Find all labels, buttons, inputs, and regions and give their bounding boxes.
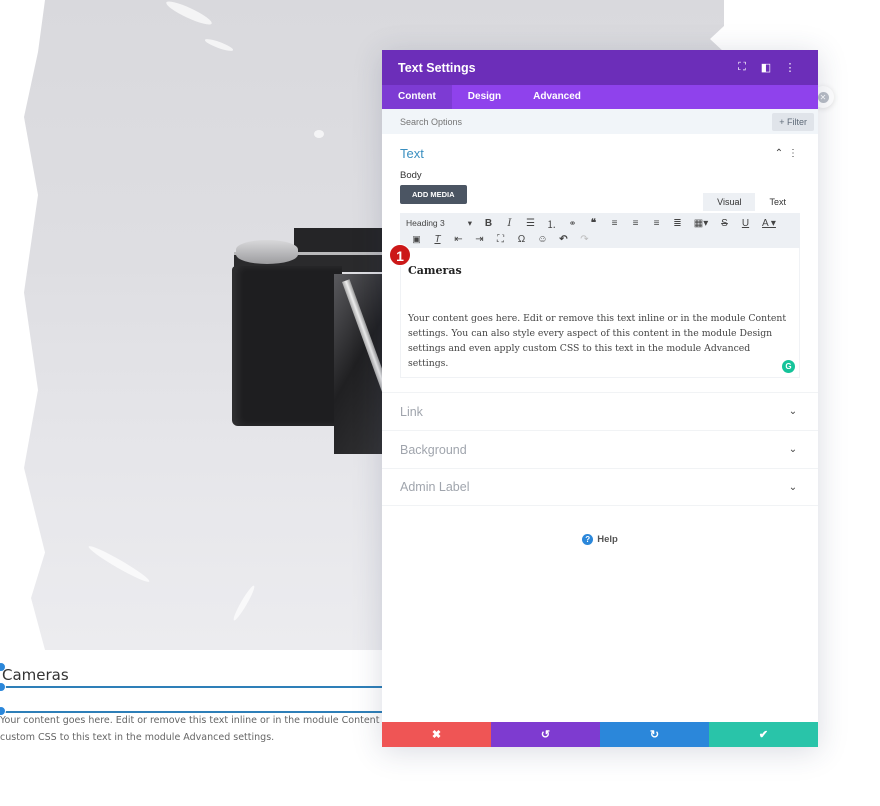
redo-button[interactable]: ↻ xyxy=(600,722,709,747)
split-view-icon[interactable]: ◧ xyxy=(754,61,778,74)
search-input[interactable] xyxy=(400,116,773,127)
chevron-down-icon: ⌄ xyxy=(788,406,798,417)
section-title[interactable]: Text xyxy=(400,146,772,161)
bullet-list-icon[interactable]: ☰ xyxy=(520,218,541,229)
chevron-down-icon: ⌄ xyxy=(788,444,798,455)
table-icon[interactable]: ▦▾ xyxy=(688,218,714,229)
section-link[interactable]: Link ⌄ xyxy=(382,392,818,430)
emoji-icon[interactable]: ☺ xyxy=(532,234,553,245)
help-label: Help xyxy=(597,534,618,545)
tab-design[interactable]: Design xyxy=(452,85,517,109)
undo-button[interactable]: ↺ xyxy=(491,722,600,747)
redo-icon: ↻ xyxy=(649,729,660,741)
more-options-icon[interactable]: ⋮ xyxy=(778,61,802,74)
module-body-text[interactable]: Your content goes here. Edit or remove t… xyxy=(0,712,382,746)
search-bar: + Filter xyxy=(382,109,818,134)
text-section: Text ⌃ ⋮ Body ADD MEDIA Visual Text Head… xyxy=(382,134,818,378)
underline-icon[interactable]: U xyxy=(735,218,756,229)
check-icon: ✔ xyxy=(758,729,769,741)
chevron-up-icon[interactable]: ⌃ xyxy=(772,148,786,159)
divider xyxy=(0,686,382,688)
special-character-icon[interactable]: Ω xyxy=(511,234,532,245)
editor-toolbar: Heading 3 ▾ B I ☰ ⒈ ⚭ ❝ ≡ ≡ ≡ ≣ ▦▾ S U A … xyxy=(400,213,800,248)
redo-icon[interactable]: ↷ xyxy=(574,234,595,245)
tab-advanced[interactable]: Advanced xyxy=(517,85,597,109)
grammarly-icon[interactable]: G xyxy=(782,360,795,373)
align-center-icon[interactable]: ≡ xyxy=(625,218,646,229)
save-button[interactable]: ✔ xyxy=(709,722,818,747)
section-label: Link xyxy=(400,404,423,419)
text-color-icon[interactable]: A ▾ xyxy=(756,218,782,229)
section-background[interactable]: Background ⌄ xyxy=(382,430,818,468)
format-select[interactable]: Heading 3 ▾ xyxy=(406,218,478,229)
paste-icon[interactable]: ▣ xyxy=(406,234,427,245)
drag-handle-icon[interactable] xyxy=(0,682,6,692)
outdent-icon[interactable]: ⇤ xyxy=(448,234,469,245)
fullscreen-icon[interactable]: ⛶ xyxy=(490,234,511,245)
italic-icon[interactable]: I xyxy=(499,218,520,229)
section-label: Admin Label xyxy=(400,480,470,494)
module-body-line: custom CSS to this text in the module Ad… xyxy=(0,732,275,743)
clear-formatting-icon[interactable]: T xyxy=(427,234,448,245)
rich-text-editor[interactable]: Cameras Your content goes here. Edit or … xyxy=(400,248,800,378)
section-label: Background xyxy=(400,442,467,457)
section-admin-label[interactable]: Admin Label ⌄ xyxy=(382,468,818,506)
align-right-icon[interactable]: ≡ xyxy=(646,218,667,229)
more-options-icon[interactable]: ⋮ xyxy=(786,148,800,159)
settings-panel: Text Settings ⛶ ◧ ⋮ Content Design Advan… xyxy=(382,50,818,747)
chevron-down-icon: ▾ xyxy=(467,217,472,228)
editor-heading: Cameras xyxy=(408,264,462,277)
body-label: Body xyxy=(400,170,422,181)
help-icon: ? xyxy=(582,534,594,545)
close-icon: ✕ xyxy=(817,91,829,103)
add-media-button[interactable]: ADD MEDIA xyxy=(400,185,467,204)
discard-button[interactable]: ✖ xyxy=(382,722,491,747)
tab-text[interactable]: Text xyxy=(755,193,800,211)
page: Cameras Your content goes here. Edit or … xyxy=(0,0,880,806)
indent-icon[interactable]: ⇥ xyxy=(469,234,490,245)
panel-tabs: Content Design Advanced xyxy=(382,85,818,109)
panel-title: Text Settings xyxy=(398,60,476,75)
undo-icon[interactable]: ↶ xyxy=(553,234,574,245)
module-title[interactable]: Cameras xyxy=(2,666,69,684)
module-body-line: Your content goes here. Edit or remove t… xyxy=(0,715,382,726)
panel-footer: ✖ ↺ ↻ ✔ xyxy=(382,722,818,747)
numbered-list-icon[interactable]: ⒈ xyxy=(541,216,562,231)
tab-visual[interactable]: Visual xyxy=(703,193,756,211)
help-link[interactable]: ? Help xyxy=(382,534,818,545)
chevron-down-icon: ⌄ xyxy=(788,481,798,493)
format-select-value: Heading 3 xyxy=(406,217,445,228)
editor-paragraph: Your content goes here. Edit or remove t… xyxy=(408,313,787,369)
align-justify-icon[interactable]: ≣ xyxy=(667,218,688,229)
filter-button[interactable]: + Filter xyxy=(772,112,814,131)
strikethrough-icon[interactable]: S xyxy=(714,218,735,229)
bold-icon[interactable]: B xyxy=(478,218,499,229)
editor-mode-tabs: Visual Text xyxy=(703,193,800,211)
undo-icon: ↺ xyxy=(540,729,551,741)
align-left-icon[interactable]: ≡ xyxy=(604,218,625,229)
panel-header: Text Settings ⛶ ◧ ⋮ xyxy=(382,50,818,85)
close-icon: ✖ xyxy=(431,729,442,741)
link-icon[interactable]: ⚭ xyxy=(562,218,583,229)
tab-content[interactable]: Content xyxy=(382,85,452,109)
step-badge: 1 xyxy=(389,244,411,266)
fullscreen-icon[interactable]: ⛶ xyxy=(730,61,754,74)
blockquote-icon[interactable]: ❝ xyxy=(583,218,604,229)
